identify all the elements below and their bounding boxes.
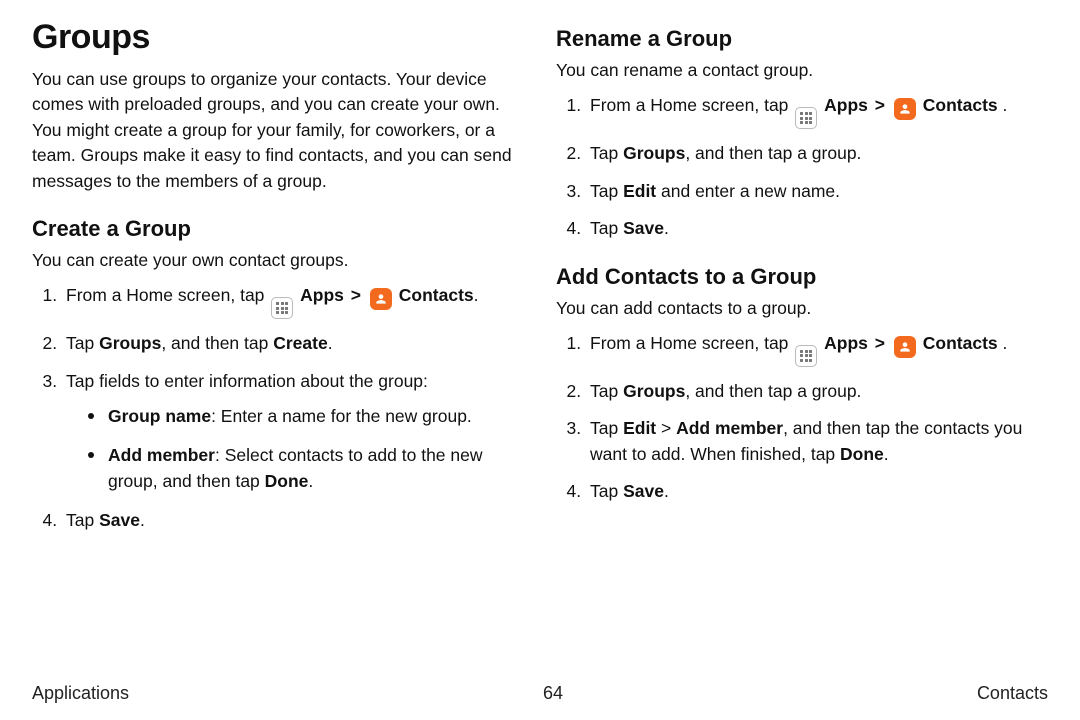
done-label: Done (265, 471, 309, 491)
step-text: , and then tap a group. (685, 381, 861, 401)
step-text: , and then tap a group. (685, 143, 861, 163)
list-item: Tap Save. (62, 508, 516, 533)
apps-label: Apps (824, 333, 868, 353)
save-label: Save (623, 218, 664, 238)
list-item: Tap Edit > Add member, and then tap the … (586, 416, 1040, 467)
create-group-desc: You can create your own contact groups. (32, 248, 516, 273)
bullet-item: Add member: Select contacts to add to th… (88, 443, 516, 494)
step-text: Tap (66, 510, 99, 530)
edit-label: Edit (623, 418, 656, 438)
save-label: Save (623, 481, 664, 501)
list-item: Tap Save. (586, 216, 1040, 241)
chevron-icon: > (875, 95, 885, 115)
apps-label: Apps (300, 285, 344, 305)
step-suffix: . (998, 95, 1008, 115)
list-item: Tap Edit and enter a new name. (586, 179, 1040, 204)
apps-icon (795, 107, 817, 129)
apps-label: Apps (824, 95, 868, 115)
list-item: Tap Groups, and then tap a group. (586, 379, 1040, 404)
add-contacts-desc: You can add contacts to a group. (556, 296, 1040, 321)
step-text: and enter a new name. (656, 181, 840, 201)
bullet-text: : Enter a name for the new group. (211, 406, 472, 426)
add-contacts-steps: From a Home screen, tap Apps > Contacts … (556, 331, 1040, 505)
list-item: From a Home screen, tap Apps > Contacts … (586, 93, 1040, 129)
list-item: Tap Save. (586, 479, 1040, 504)
groups-label: Groups (623, 381, 685, 401)
bullet-item: Group name: Enter a name for the new gro… (88, 404, 516, 429)
list-item: From a Home screen, tap Apps > Contacts … (586, 331, 1040, 367)
step-text: From a Home screen, tap (590, 95, 793, 115)
step-text: . (664, 481, 669, 501)
contacts-icon (894, 336, 916, 358)
groups-label: Groups (623, 143, 685, 163)
footer-left: Applications (32, 683, 129, 704)
page-title: Groups (32, 18, 516, 57)
step-text: . (884, 444, 889, 464)
contacts-icon (894, 98, 916, 120)
step-suffix: . (474, 285, 479, 305)
contacts-label: Contacts (399, 285, 474, 305)
bullet-text: . (308, 471, 313, 491)
chevron-icon: > (351, 285, 361, 305)
create-label: Create (273, 333, 327, 353)
list-item: Tap Groups, and then tap a group. (586, 141, 1040, 166)
add-contacts-heading: Add Contacts to a Group (556, 264, 1040, 290)
step-text: Tap (590, 181, 623, 201)
step-text: Tap (590, 381, 623, 401)
create-group-heading: Create a Group (32, 216, 516, 242)
step-text: . (328, 333, 333, 353)
list-item: Tap Groups, and then tap Create. (62, 331, 516, 356)
step-text: . (664, 218, 669, 238)
add-member-label: Add member (676, 418, 783, 438)
step-text: Tap (590, 218, 623, 238)
group-name-label: Group name (108, 406, 211, 426)
add-member-label: Add member (108, 445, 215, 465)
rename-group-heading: Rename a Group (556, 26, 1040, 52)
step-text: Tap (590, 418, 623, 438)
list-item: From a Home screen, tap Apps > Contacts. (62, 283, 516, 319)
done-label: Done (840, 444, 884, 464)
list-item: Tap fields to enter information about th… (62, 369, 516, 495)
save-label: Save (99, 510, 140, 530)
step-text: From a Home screen, tap (590, 333, 793, 353)
apps-icon (795, 345, 817, 367)
step-suffix: . (998, 333, 1008, 353)
step-text: Tap (590, 481, 623, 501)
step-text: > (656, 418, 676, 438)
create-group-steps: From a Home screen, tap Apps > Contacts.… (32, 283, 516, 533)
contacts-label: Contacts (923, 333, 998, 353)
chevron-icon: > (875, 333, 885, 353)
contacts-icon (370, 288, 392, 310)
step-text: , and then tap (161, 333, 273, 353)
edit-label: Edit (623, 181, 656, 201)
page-footer: Applications 64 Contacts (32, 683, 1048, 704)
groups-label: Groups (99, 333, 161, 353)
step-text: Tap (590, 143, 623, 163)
step-text: Tap fields to enter information about th… (66, 371, 428, 391)
step-text: Tap (66, 333, 99, 353)
apps-icon (271, 297, 293, 319)
page-number: 64 (543, 683, 563, 704)
rename-group-steps: From a Home screen, tap Apps > Contacts … (556, 93, 1040, 241)
contacts-label: Contacts (923, 95, 998, 115)
step-text: From a Home screen, tap (66, 285, 269, 305)
intro-text: You can use groups to organize your cont… (32, 67, 516, 194)
footer-right: Contacts (977, 683, 1048, 704)
rename-group-desc: You can rename a contact group. (556, 58, 1040, 83)
step-text: . (140, 510, 145, 530)
